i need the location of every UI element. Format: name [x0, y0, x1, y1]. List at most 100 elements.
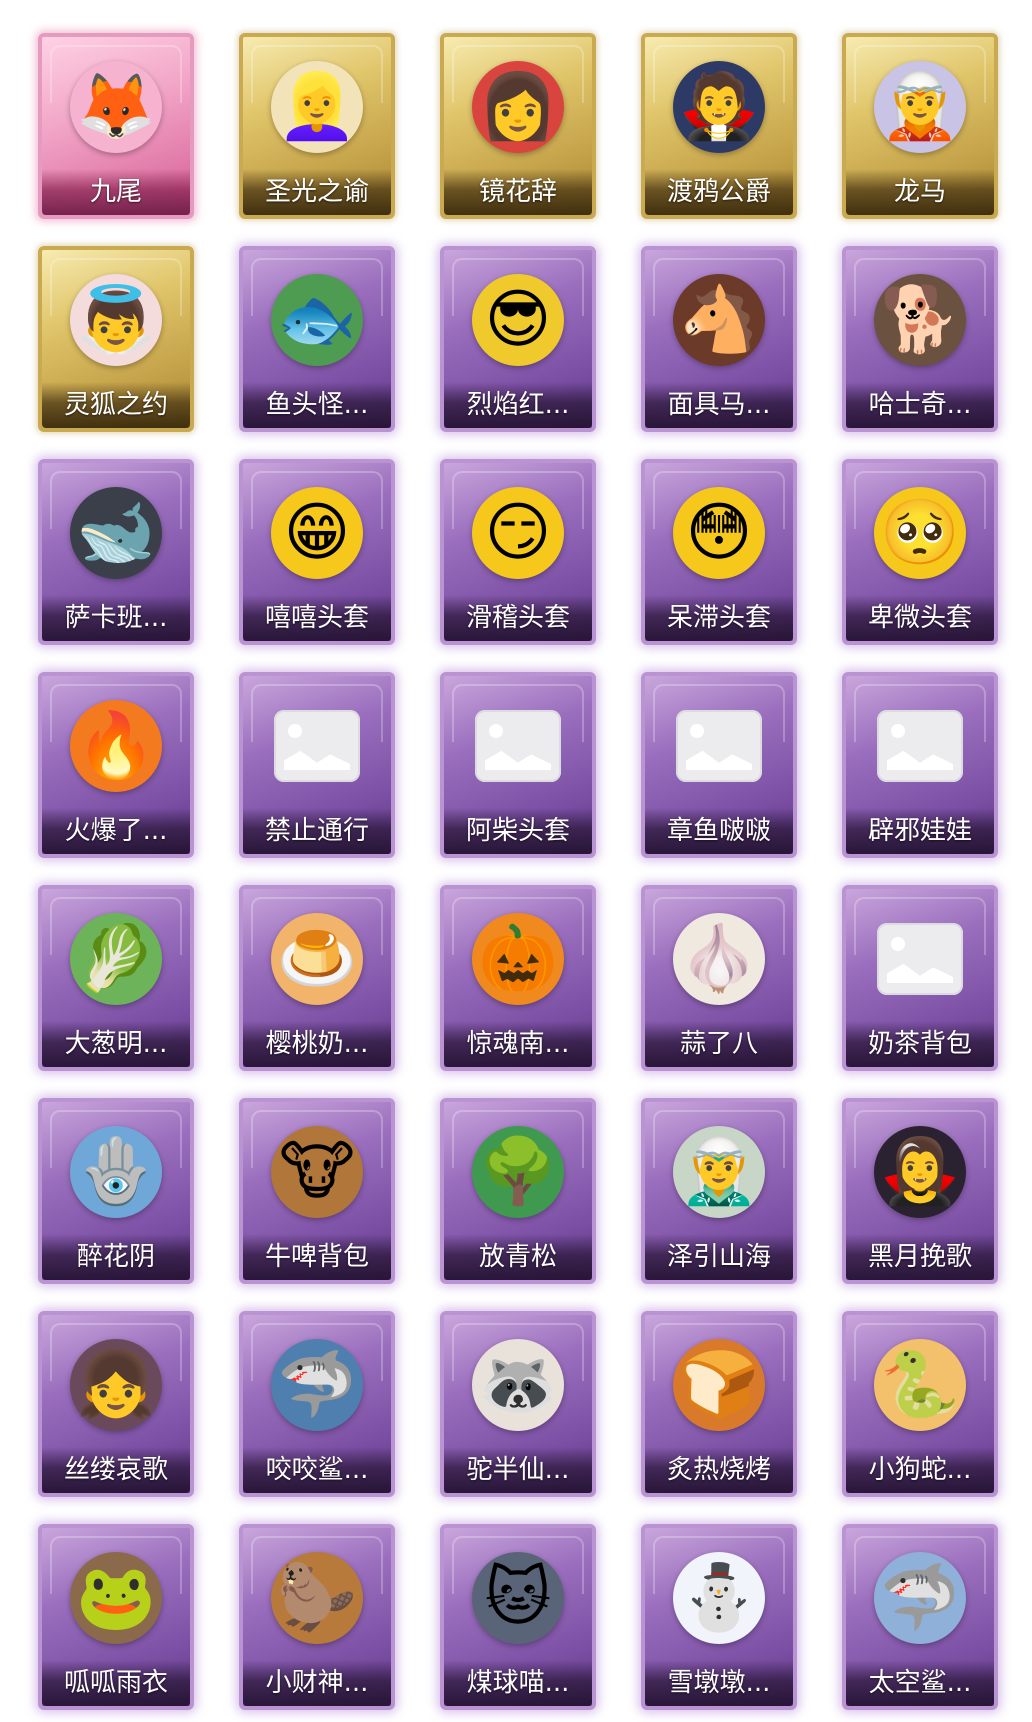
skin-card[interactable]: ⛄ 雪墩墩... — [641, 1524, 797, 1710]
image-placeholder-icon — [870, 909, 970, 1009]
skin-card[interactable]: 🦫 小财神... — [239, 1524, 395, 1710]
skin-name: 炙热烧烤 — [666, 1455, 771, 1485]
skin-card[interactable]: 🐋 萨卡班... — [38, 459, 194, 645]
skin-name: 小狗蛇... — [868, 1455, 972, 1485]
skin-name: 小财神... — [265, 1668, 369, 1698]
gray-cat-icon: 🐱 — [468, 1548, 568, 1648]
skin-card[interactable]: 禁止通行 — [239, 672, 395, 858]
skin-card[interactable]: 👼 灵狐之约 — [38, 246, 194, 432]
humble-emoji-icon: 🥺 — [870, 483, 970, 583]
skin-name: 樱桃奶... — [265, 1029, 369, 1059]
skin-name: 蒜了八 — [679, 1029, 758, 1059]
skin-name: 牛啤背包 — [264, 1242, 369, 1272]
shark-icon: 🦈 — [267, 1335, 367, 1435]
skin-name: 火爆了... — [64, 816, 168, 846]
pumpkin-icon: 🎃 — [468, 909, 568, 1009]
image-placeholder-icon — [468, 696, 568, 796]
skin-card[interactable]: 章鱼啵啵 — [641, 672, 797, 858]
image-placeholder-icon — [669, 696, 769, 796]
silver-hair-warrior-icon: 🧝‍♂️ — [669, 1122, 769, 1222]
skin-card[interactable]: 🐍 小狗蛇... — [842, 1311, 998, 1497]
skin-grid: 🦊 九尾 👱‍♀️ 圣光之谕 👩 镜花辞 🧛 渡鸦公爵 🧝 龙马 👼 灵狐之约 🐟 鱼头怪... 😎 烈焰红.… — [0, 0, 1032, 1722]
image-placeholder-icon — [870, 696, 970, 796]
pudding-icon: 🍮 — [267, 909, 367, 1009]
skin-card[interactable]: 🐟 鱼头怪... — [239, 246, 395, 432]
snowman-icon: ⛄ — [669, 1548, 769, 1648]
skin-card[interactable]: 😳 呆滞头套 — [641, 459, 797, 645]
skin-card[interactable]: 🍮 樱桃奶... — [239, 885, 395, 1071]
red-hood-girl-icon: 👩 — [468, 57, 568, 157]
skin-card[interactable]: 🔥 火爆了... — [38, 672, 194, 858]
cow-barrel-icon: 🐮 — [267, 1122, 367, 1222]
skin-card[interactable]: 👧 丝缕哀歌 — [38, 1311, 194, 1497]
skin-card[interactable]: 🧛‍♀️ 黑月挽歌 — [842, 1098, 998, 1284]
skin-card[interactable]: 🧄 蒜了八 — [641, 885, 797, 1071]
skin-card[interactable]: 🧝 龙马 — [842, 33, 998, 219]
skin-name: 泽引山海 — [666, 1242, 771, 1272]
skin-card[interactable]: 辟邪娃娃 — [842, 672, 998, 858]
skin-card[interactable]: 🥺 卑微头套 — [842, 459, 998, 645]
skin-card[interactable]: 🎃 惊魂南... — [440, 885, 596, 1071]
fox-spirit-icon: 👼 — [66, 270, 166, 370]
skin-name: 惊魂南... — [466, 1029, 570, 1059]
skin-name: 太空鲨... — [868, 1668, 972, 1698]
skin-card[interactable]: 奶茶背包 — [842, 885, 998, 1071]
bread-bone-icon: 🍞 — [669, 1335, 769, 1435]
skin-card[interactable]: 🧛 渡鸦公爵 — [641, 33, 797, 219]
skin-card[interactable]: 😏 滑稽头套 — [440, 459, 596, 645]
skin-name: 烈焰红... — [466, 390, 570, 420]
skin-card[interactable]: 🐕 哈士奇... — [842, 246, 998, 432]
skin-card[interactable]: 🦈 咬咬鲨... — [239, 1311, 395, 1497]
skin-name: 丝缕哀歌 — [63, 1455, 168, 1485]
skin-card[interactable]: 阿柴头套 — [440, 672, 596, 858]
dog-snake-icon: 🐍 — [870, 1335, 970, 1435]
fish-sacabambaspis-icon: 🐋 — [66, 483, 166, 583]
skin-card[interactable]: 🐸 呱呱雨衣 — [38, 1524, 194, 1710]
skin-card[interactable]: 😎 烈焰红... — [440, 246, 596, 432]
skin-name: 咬咬鲨... — [265, 1455, 369, 1485]
skin-name: 阿柴头套 — [465, 816, 570, 846]
skin-name: 哈士奇... — [868, 390, 972, 420]
horse-mask-icon: 🐴 — [669, 270, 769, 370]
skin-card[interactable]: 🌳 放青松 — [440, 1098, 596, 1284]
white-hair-boy-icon: 🧝 — [870, 57, 970, 157]
skin-card[interactable]: 👱‍♀️ 圣光之谕 — [239, 33, 395, 219]
skin-name: 大葱明... — [64, 1029, 168, 1059]
skin-card[interactable]: 👩 镜花辞 — [440, 33, 596, 219]
skin-card[interactable]: 🦊 九尾 — [38, 33, 194, 219]
gothic-girl-icon: 🧛‍♀️ — [870, 1122, 970, 1222]
skin-card[interactable]: 🍞 炙热烧烤 — [641, 1311, 797, 1497]
skin-name: 鱼头怪... — [265, 390, 369, 420]
doll-girl-icon: 👧 — [66, 1335, 166, 1435]
skin-card[interactable]: 🦈 太空鲨... — [842, 1524, 998, 1710]
skin-name: 呆滞头套 — [666, 603, 771, 633]
skin-card[interactable]: 🥬 大葱明... — [38, 885, 194, 1071]
garlic-icon: 🧄 — [669, 909, 769, 1009]
capybara-god-icon: 🦫 — [267, 1548, 367, 1648]
grin-emoji-icon: 😁 — [267, 483, 367, 583]
skin-name: 放青松 — [478, 1242, 557, 1272]
bonsai-tree-icon: 🌳 — [468, 1122, 568, 1222]
skin-card[interactable]: 🐱 煤球喵... — [440, 1524, 596, 1710]
skin-card[interactable]: 😁 嘻嘻头套 — [239, 459, 395, 645]
skin-name: 章鱼啵啵 — [666, 816, 771, 846]
skin-card[interactable]: 🐴 面具马... — [641, 246, 797, 432]
stare-emoji-icon: 😳 — [669, 483, 769, 583]
skin-name: 渡鸦公爵 — [666, 177, 771, 207]
skin-name: 嘻嘻头套 — [264, 603, 369, 633]
skin-card[interactable]: 🐮 牛啤背包 — [239, 1098, 395, 1284]
frog-hat-girl-icon: 🐸 — [66, 1548, 166, 1648]
skin-name: 奶茶背包 — [867, 1029, 972, 1059]
smirk-emoji-icon: 😏 — [468, 483, 568, 583]
skin-name: 驼半仙... — [466, 1455, 570, 1485]
skin-card[interactable]: 🧝‍♂️ 泽引山海 — [641, 1098, 797, 1284]
skin-card[interactable]: 🦝 驼半仙... — [440, 1311, 596, 1497]
skin-name: 滑稽头套 — [465, 603, 570, 633]
skin-name: 龙马 — [893, 177, 946, 207]
blonde-girl-icon: 👱‍♀️ — [267, 57, 367, 157]
skin-name: 辟邪娃娃 — [867, 816, 972, 846]
skin-name: 雪墩墩... — [667, 1668, 771, 1698]
pikachu-mask-icon: 😎 — [468, 270, 568, 370]
skin-card[interactable]: 🪬 醉花阴 — [38, 1098, 194, 1284]
fire-face-icon: 🔥 — [66, 696, 166, 796]
